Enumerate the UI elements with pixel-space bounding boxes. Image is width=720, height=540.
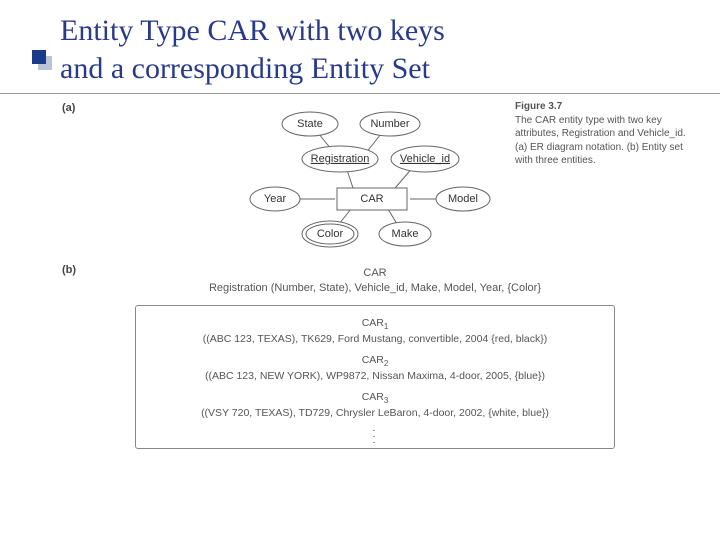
- schema-line: Registration (Number, State), Vehicle_id…: [209, 282, 541, 294]
- attr-color: Color: [317, 228, 344, 240]
- attr-model: Model: [448, 193, 478, 205]
- entity-3-sub: 3: [384, 396, 388, 405]
- title-block: Entity Type CAR with two keys and a corr…: [0, 0, 720, 94]
- attr-make: Make: [392, 228, 419, 240]
- entity-1-name: CAR: [362, 317, 384, 329]
- entity-car: CAR: [360, 193, 383, 205]
- entity-2-sub: 2: [384, 359, 388, 368]
- figure-text: The CAR entity type with two key attribu…: [515, 115, 686, 167]
- schema-name: CAR: [363, 267, 386, 279]
- entity-1: CAR1 ((ABC 123, TEXAS), TK629, Ford Must…: [148, 316, 602, 347]
- attr-state: State: [297, 118, 323, 130]
- entity-1-tuple: ((ABC 123, TEXAS), TK629, Ford Mustang, …: [203, 333, 548, 345]
- figure-number: Figure 3.7: [515, 101, 562, 112]
- entity-1-sub: 1: [384, 322, 388, 331]
- title-line-2: and a corresponding Entity Set: [60, 52, 430, 85]
- title-bullet-icon: [32, 50, 46, 64]
- entity-3: CAR3 ((VSY 720, TEXAS), TD729, Chrysler …: [148, 390, 602, 421]
- page-title: Entity Type CAR with two keys and a corr…: [60, 12, 690, 87]
- title-line-1: Entity Type CAR with two keys: [60, 14, 445, 47]
- attr-year: Year: [264, 193, 287, 205]
- attr-number: Number: [370, 118, 409, 130]
- attr-registration: Registration: [311, 153, 370, 165]
- entity-3-name: CAR: [362, 391, 384, 403]
- content-area: (a) Figure 3.7 The CAR entity type with …: [0, 94, 720, 459]
- figure-caption: Figure 3.7 The CAR entity type with two …: [515, 100, 690, 168]
- entity-set-box: CAR1 ((ABC 123, TEXAS), TK629, Ford Must…: [135, 305, 615, 449]
- entity-2-tuple: ((ABC 123, NEW YORK), WP9872, Nissan Max…: [205, 370, 545, 382]
- ellipsis-icon: . . .: [148, 425, 602, 444]
- entity-2-name: CAR: [362, 354, 384, 366]
- entity-2: CAR2 ((ABC 123, NEW YORK), WP9872, Nissa…: [148, 353, 602, 384]
- entity-3-tuple: ((VSY 720, TEXAS), TD729, Chrysler LeBar…: [201, 407, 549, 419]
- er-diagram: State Number Registration Vehicle_id Yea…: [225, 104, 525, 254]
- label-a: (a): [62, 102, 75, 114]
- attr-vehicle-id: Vehicle_id: [400, 153, 450, 165]
- schema-text: CAR Registration (Number, State), Vehicl…: [60, 266, 690, 297]
- label-b: (b): [62, 264, 76, 276]
